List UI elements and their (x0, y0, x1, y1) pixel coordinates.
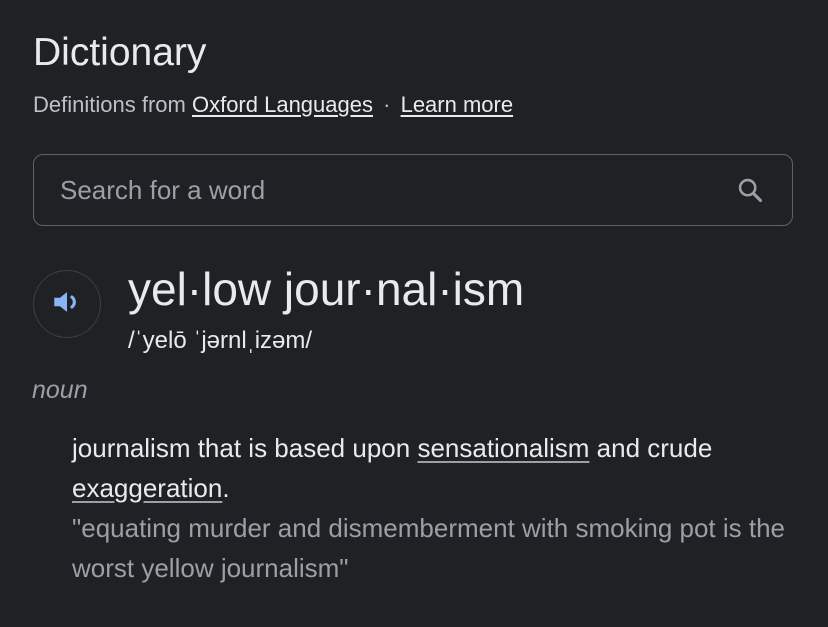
definition-text: and crude (589, 433, 713, 463)
search-input[interactable] (58, 173, 734, 207)
definition-text: journalism that is based upon (72, 433, 418, 463)
separator: · (383, 92, 391, 117)
exaggeration-link[interactable]: exaggeration (72, 473, 222, 503)
definition-text: . (222, 473, 230, 503)
part-of-speech: noun (32, 376, 88, 404)
learn-more-link[interactable]: Learn more (401, 92, 514, 117)
search-icon[interactable] (734, 174, 766, 206)
source-line: Definitions from Oxford Languages · Lear… (33, 92, 513, 118)
usage-example: "equating murder and dismemberment with … (72, 513, 786, 583)
headword: yel·low jour·nal·ism (128, 263, 525, 315)
sensationalism-link[interactable]: sensationalism (417, 433, 589, 463)
oxford-languages-link[interactable]: Oxford Languages (192, 92, 373, 117)
dictionary-panel: Dictionary Definitions from Oxford Langu… (0, 0, 828, 627)
pronunciation-audio-button[interactable] (33, 270, 101, 338)
definition: journalism that is based upon sensationa… (72, 428, 802, 508)
phonetic-transcription: /ˈyelō ˈjərnlˌizəm/ (128, 327, 313, 354)
speaker-icon (50, 285, 84, 324)
search-box (33, 154, 793, 226)
panel-title: Dictionary (33, 31, 207, 74)
source-prefix: Definitions from (33, 92, 186, 117)
